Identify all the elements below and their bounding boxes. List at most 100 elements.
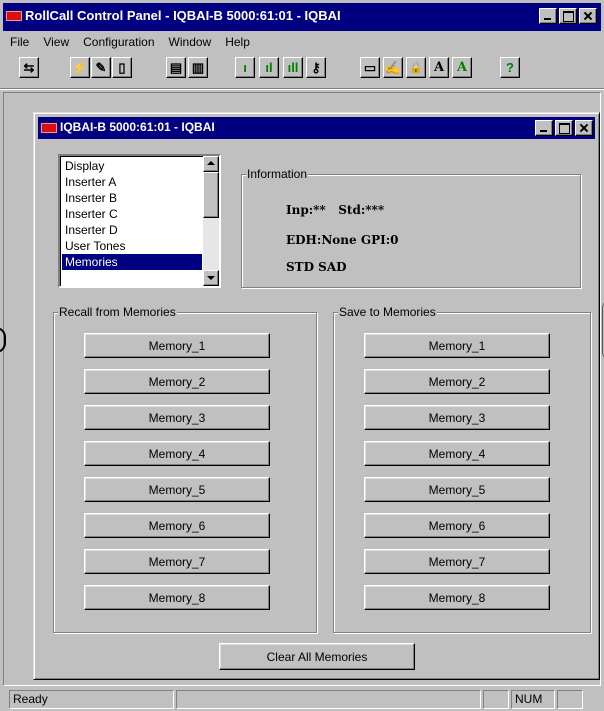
child-title: IQBAI-B 5000:61:01 - IQBAI [60,120,215,134]
child-minimize-button[interactable] [535,120,553,136]
toolbar-button-unit[interactable]: ▥ [188,57,208,78]
list-scrollbar[interactable] [203,156,219,286]
recall-memory-7-button[interactable]: Memory_7 [84,549,270,574]
status-num: NUM [511,690,555,709]
toolbar-button-network[interactable]: ⇆ [19,57,39,78]
close-icon [576,121,592,135]
child-close-button[interactable] [575,120,593,136]
scroll-thumb[interactable] [203,172,219,218]
scroll-down-button[interactable] [203,270,219,286]
network-icon: ⇆ [23,59,35,75]
menu-window[interactable]: Window [162,33,219,53]
recall-memory-3-button[interactable]: Memory_3 [84,405,270,430]
minimize-button[interactable] [539,8,557,24]
menubar: File View Configuration Window Help [3,33,257,53]
unit-icon: ▥ [191,59,205,75]
lock-icon: 🔒 [409,62,423,74]
minimize-icon [536,121,552,135]
list-item-memories[interactable]: Memories [62,254,202,270]
toolbar-button-book[interactable]: ▭ [360,57,380,78]
toolbar-button-font-green[interactable]: A [452,57,472,78]
section-listbox[interactable]: Display Inserter A Inserter B Inserter C… [58,154,221,288]
menu-file[interactable]: File [3,33,36,53]
toolbar-button-edit-form[interactable]: ✍ [383,57,403,78]
save-memory-6-button[interactable]: Memory_6 [364,513,550,538]
toolbar-button-level-mid[interactable]: ıl [259,57,279,78]
menu-configuration[interactable]: Configuration [76,33,161,53]
font-green-icon: A [456,60,468,75]
toolbar-button-key[interactable]: ⚷ [306,57,326,78]
device-icon: ▤ [169,59,183,75]
save-memory-3-button[interactable]: Memory_3 [364,405,550,430]
toolbar-button-doc[interactable]: ▯ [112,57,132,78]
app-icon[interactable] [6,11,22,21]
window-controls [539,8,597,24]
save-memory-1-button[interactable]: Memory_1 [364,333,550,358]
main-titlebar[interactable]: RollCall Control Panel - IQBAI-B 5000:61… [3,3,601,31]
maximize-button[interactable] [559,8,577,24]
info-input-standard: Inp:** Std:*** [286,203,385,217]
info-std-sad: STD SAD [286,260,347,274]
list-item-user-tones[interactable]: User Tones [62,238,202,254]
recall-group: Recall from Memories Memory_1 Memory_2 M… [53,305,317,633]
list-item-inserter-b[interactable]: Inserter B [62,190,202,206]
child-app-icon[interactable] [41,123,57,133]
book-icon: ▭ [363,59,377,75]
recall-memory-2-button[interactable]: Memory_2 [84,369,270,394]
info-edh-gpi: EDH:None GPI:0 [286,233,399,247]
toolbar-button-lightning[interactable]: ⚡ [70,57,90,78]
toolbar-button-level-low[interactable]: ı [235,57,255,78]
toolbar-button-font-black[interactable]: A [429,57,449,78]
menu-help[interactable]: Help [218,33,257,53]
child-window-controls [535,120,593,136]
level-high-icon: ıll [287,60,299,75]
maximize-icon [560,9,576,23]
list-item-inserter-d[interactable]: Inserter D [62,222,202,238]
status-panel-empty [176,690,481,709]
toolbar: ⇆ ⚡ ✎ ▯ ▤ ▥ ı ıl ıll ⚷ ▭ ✍ 🔒 A A ? [3,54,601,84]
level-mid-icon: ıl [265,60,273,75]
key-icon: ⚷ [311,59,321,75]
save-memory-5-button[interactable]: Memory_5 [364,477,550,502]
toolbar-button-device[interactable]: ▤ [166,57,186,78]
status-ready: Ready [9,690,174,709]
save-memory-7-button[interactable]: Memory_7 [364,549,550,574]
list-item-display[interactable]: Display [62,158,202,174]
recall-memory-5-button[interactable]: Memory_5 [84,477,270,502]
scroll-up-button[interactable] [203,156,219,172]
toolbar-button-lock[interactable]: 🔒 [406,57,426,78]
level-low-icon: ı [243,60,247,75]
child-window: IQBAI-B 5000:61:01 - IQBAI Display Inser… [33,112,600,680]
child-titlebar[interactable]: IQBAI-B 5000:61:01 - IQBAI [38,117,595,139]
recall-label: Recall from Memories [58,305,177,319]
help-icon: ? [506,60,514,75]
save-memory-8-button[interactable]: Memory_8 [364,585,550,610]
status-panel-small [483,690,509,709]
list-item-inserter-a[interactable]: Inserter A [62,174,202,190]
edit-doc-icon: ✎ [95,59,107,75]
edit-form-icon: ✍ [384,59,402,75]
child-maximize-button[interactable] [555,120,573,136]
toolbar-button-level-high[interactable]: ıll [283,57,303,78]
maximize-icon [556,121,572,135]
recall-memory-6-button[interactable]: Memory_6 [84,513,270,538]
font-black-icon: A [433,60,445,75]
save-memory-2-button[interactable]: Memory_2 [364,369,550,394]
save-memory-4-button[interactable]: Memory_4 [364,441,550,466]
save-group: Save to Memories Memory_1 Memory_2 Memor… [333,305,591,633]
recall-memory-4-button[interactable]: Memory_4 [84,441,270,466]
close-button[interactable] [579,8,597,24]
menu-view[interactable]: View [36,33,76,53]
doc-icon: ▯ [118,59,126,75]
status-panel-scroll [557,690,583,709]
clear-all-memories-button[interactable]: Clear All Memories [219,643,415,670]
toolbar-button-edit-doc[interactable]: ✎ [91,57,111,78]
close-icon [580,9,596,23]
recall-memory-1-button[interactable]: Memory_1 [84,333,270,358]
recall-memory-8-button[interactable]: Memory_8 [84,585,270,610]
lightning-icon: ⚡ [71,59,89,75]
toolbar-button-help[interactable]: ? [500,57,520,78]
list-item-inserter-c[interactable]: Inserter C [62,206,202,222]
save-label: Save to Memories [338,305,437,319]
main-window: RollCall Control Panel - IQBAI-B 5000:61… [0,0,604,711]
